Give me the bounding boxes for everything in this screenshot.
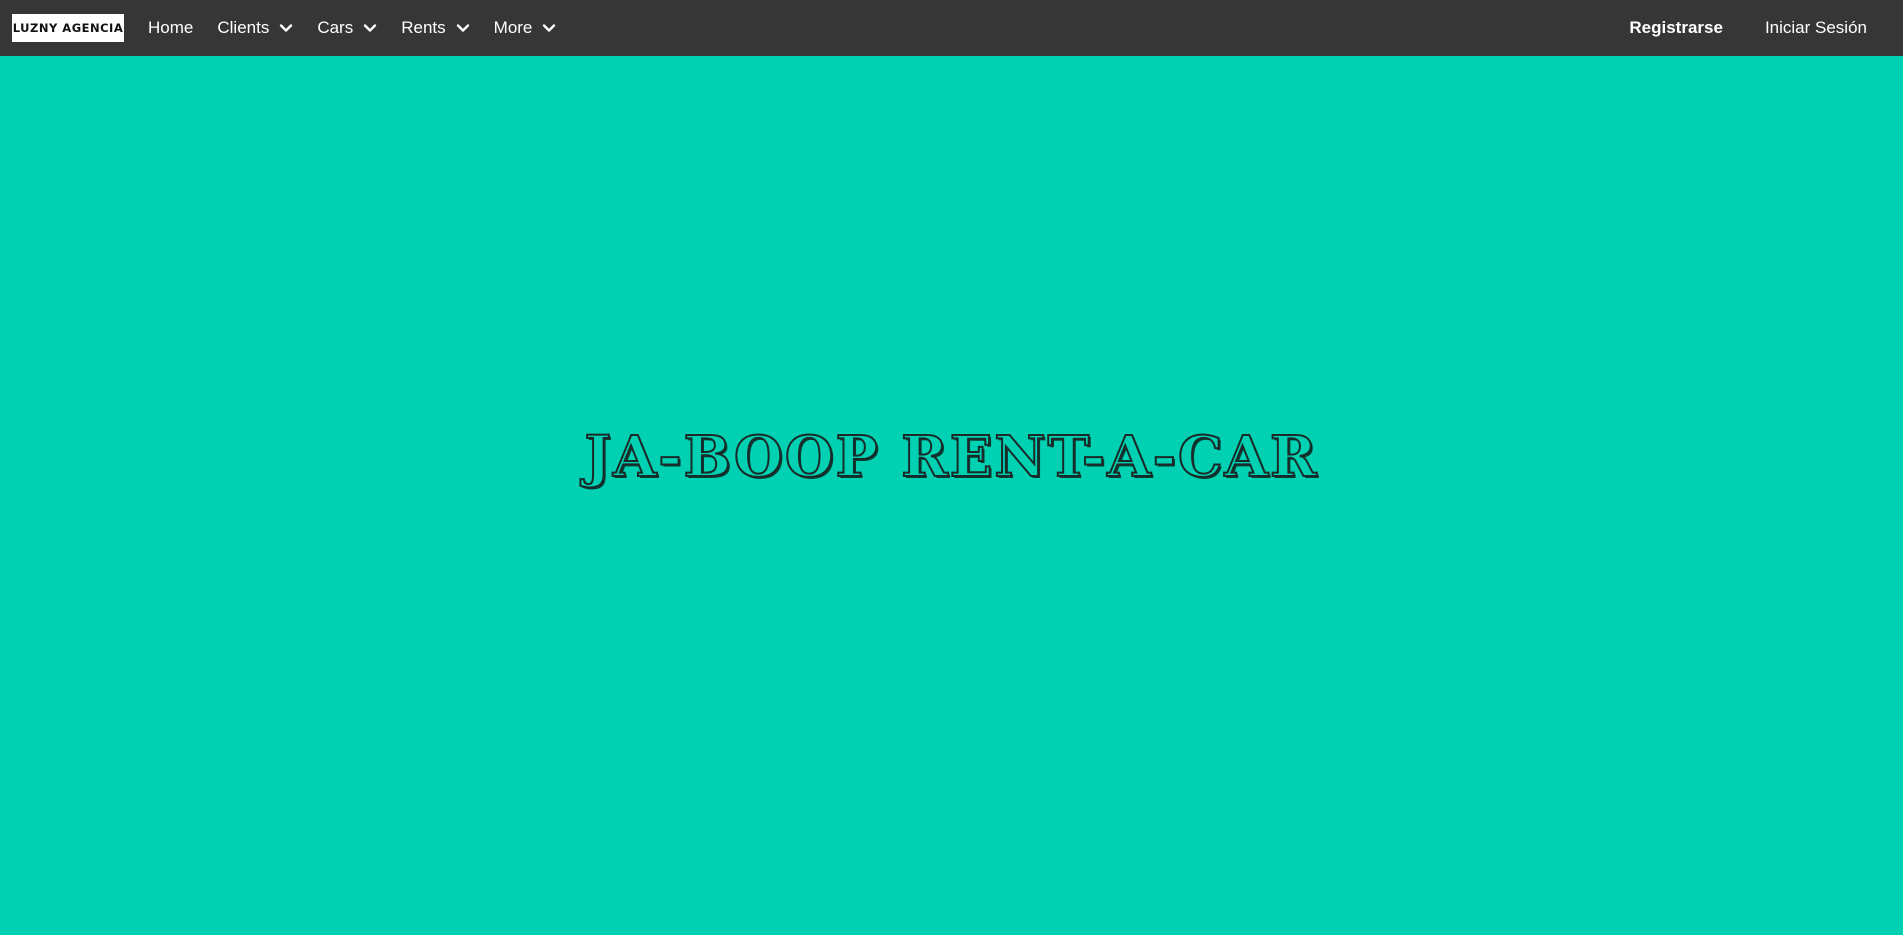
nav-item-label: Clients — [217, 18, 270, 37]
hero-title: JA-BOOP RENT-A-CAR — [583, 423, 1319, 491]
nav-item-home[interactable]: Home — [136, 0, 205, 56]
chevron-down-icon — [456, 21, 470, 35]
chevron-down-icon — [363, 21, 377, 35]
login-link[interactable]: Iniciar Sesión — [1744, 0, 1888, 56]
hero-section: JA-BOOP RENT-A-CAR — [0, 56, 1903, 935]
brand-logo[interactable]: LUZNY AGENCIA — [12, 14, 124, 42]
nav-item-label: Rents — [401, 18, 446, 37]
nav-item-label: More — [493, 18, 533, 37]
nav-item-more[interactable]: More — [482, 0, 569, 56]
chevron-down-icon — [542, 21, 556, 35]
chevron-down-icon — [279, 21, 293, 35]
nav-item-cars[interactable]: Cars — [305, 0, 389, 56]
nav-menu: Home Clients Cars Rents More — [136, 0, 568, 56]
nav-item-label: Home — [148, 18, 194, 37]
register-link[interactable]: Registrarse — [1608, 0, 1744, 56]
nav-item-rents[interactable]: Rents — [389, 0, 481, 56]
nav-item-clients[interactable]: Clients — [205, 0, 305, 56]
nav-auth: Registrarse Iniciar Sesión — [1608, 0, 1903, 56]
top-navbar: LUZNY AGENCIA Home Clients Cars Rents Mo… — [0, 0, 1903, 56]
nav-item-label: Cars — [317, 18, 354, 37]
